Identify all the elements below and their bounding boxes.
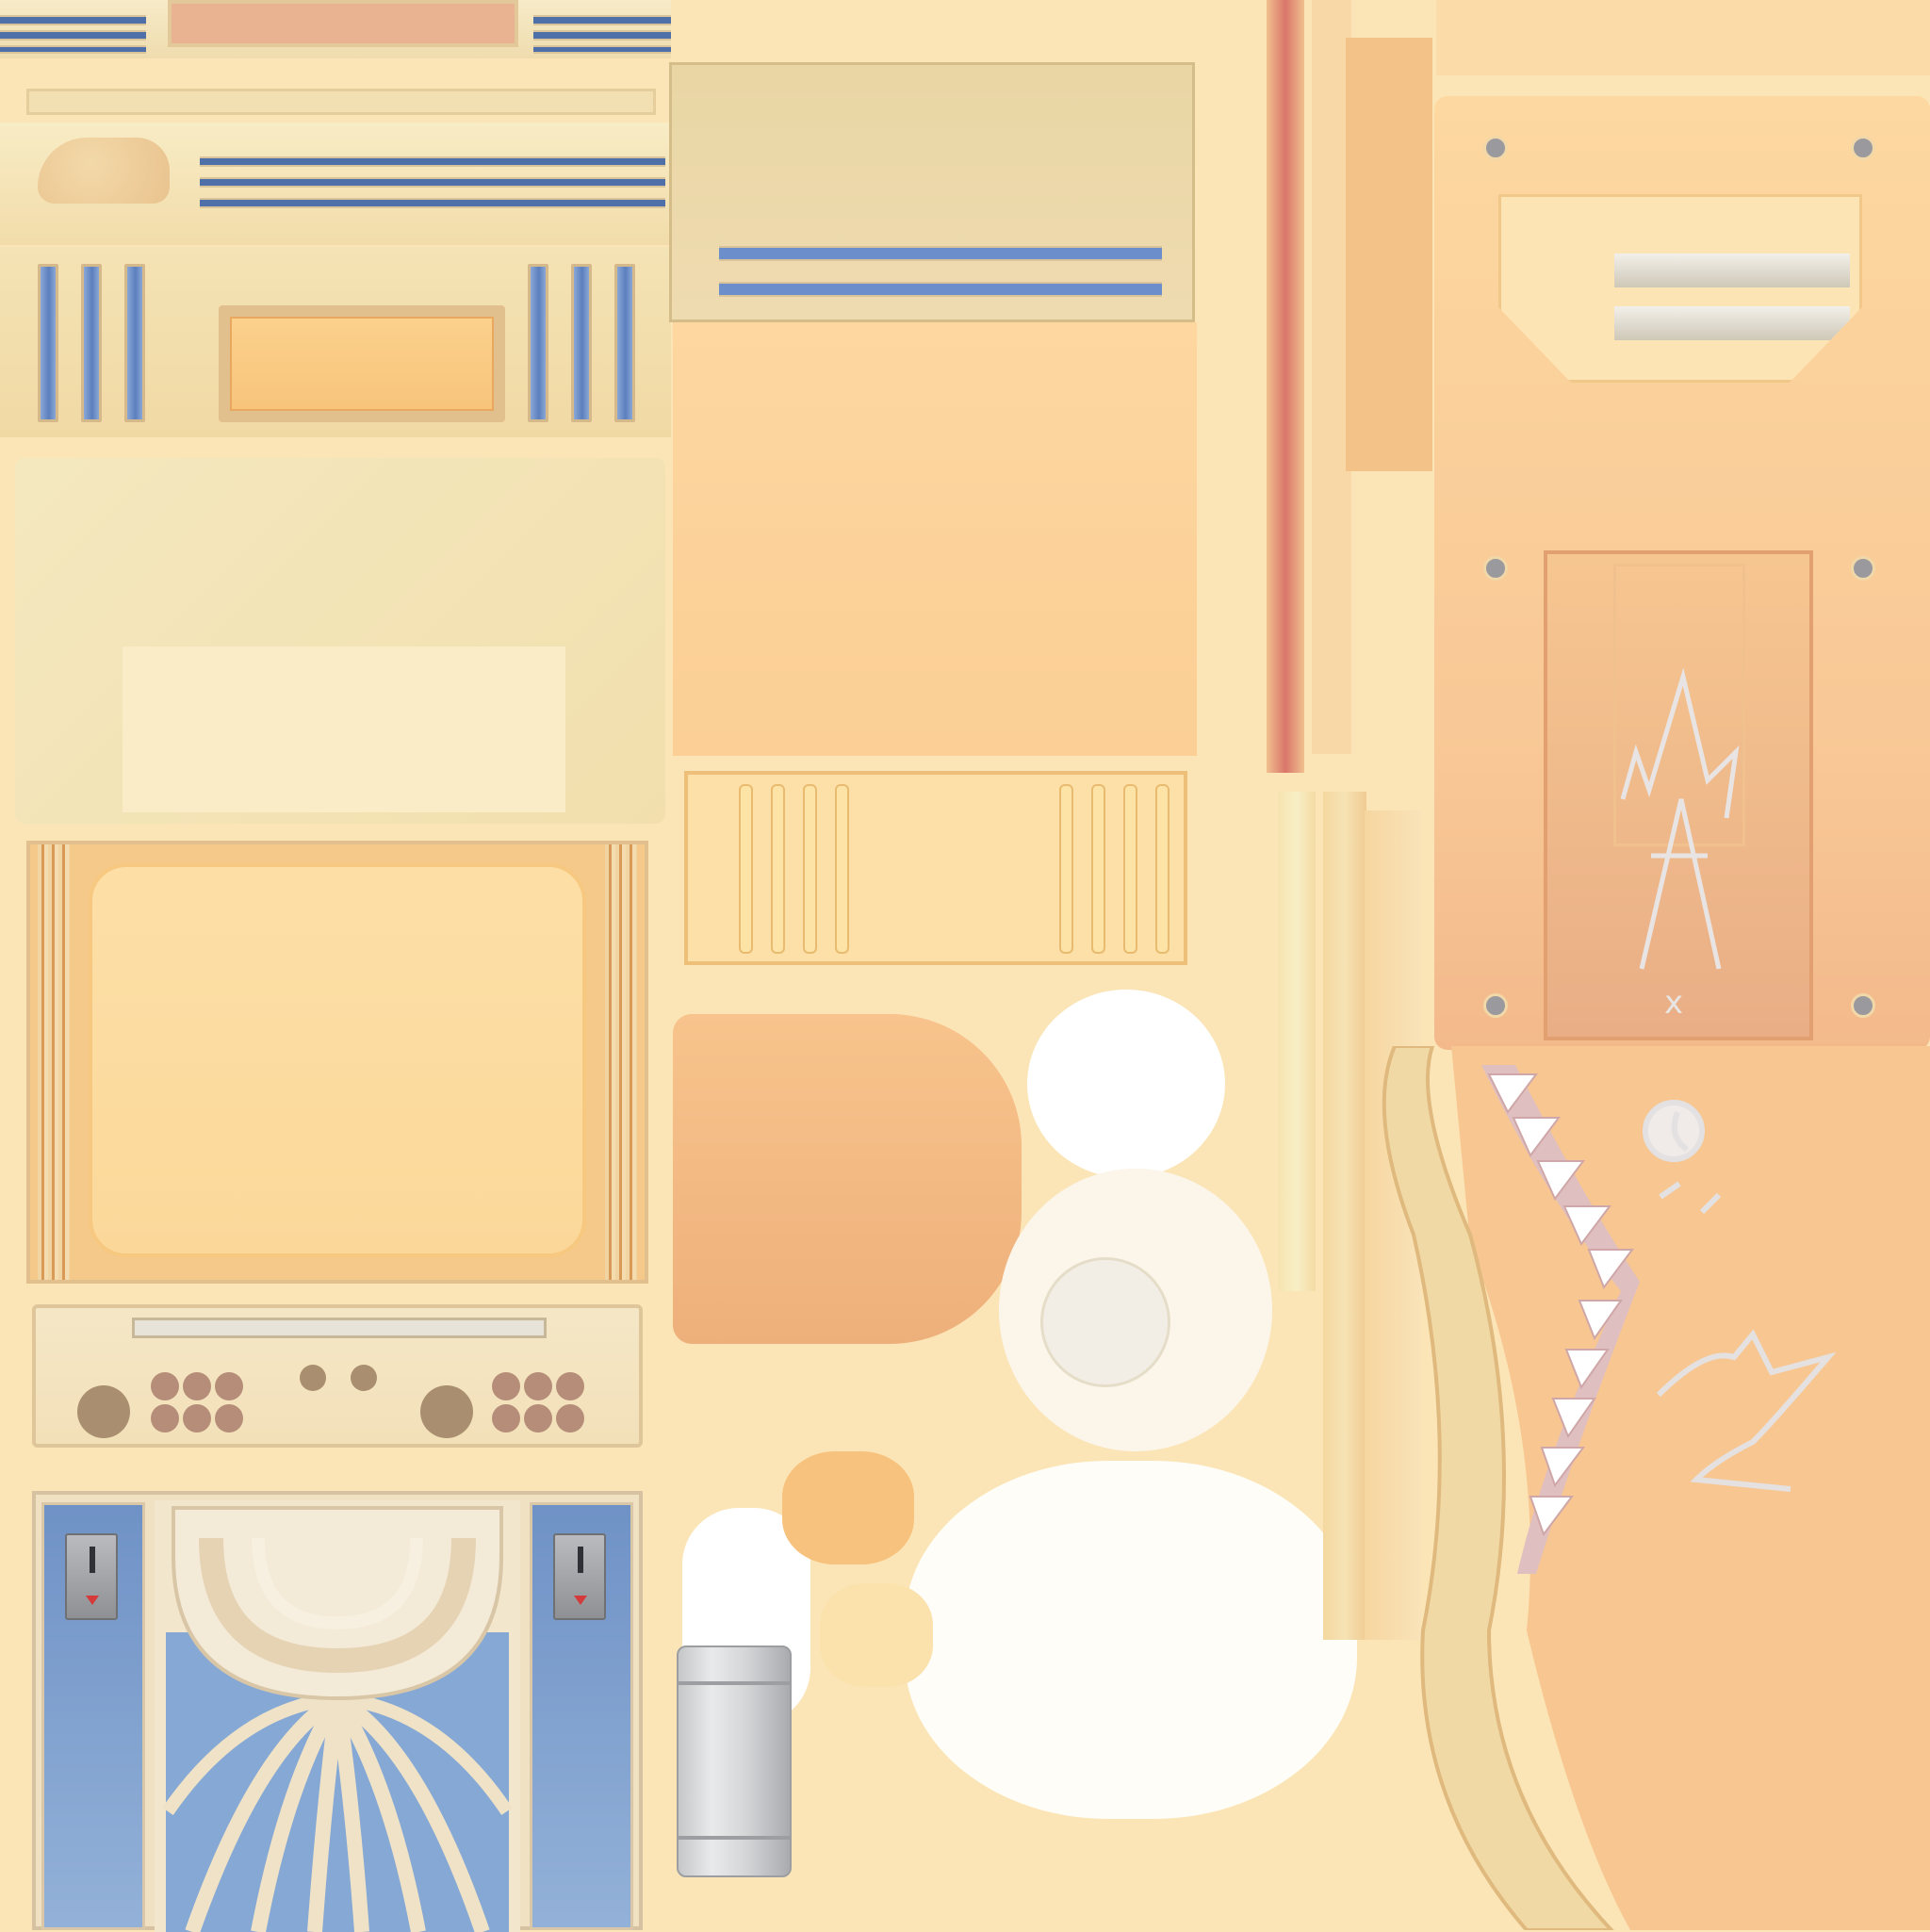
white-cutout-bottom (905, 1461, 1357, 1819)
lit-panel (230, 317, 494, 411)
back-door[interactable]: A x (1544, 550, 1813, 1040)
action-button[interactable] (524, 1372, 552, 1400)
vent-slot (771, 784, 785, 954)
peach-patch (820, 1583, 933, 1687)
start-button[interactable] (351, 1365, 377, 1391)
header-band (26, 89, 656, 115)
down-arrow-icon (86, 1596, 99, 1605)
speaker-bar (571, 264, 592, 422)
marquee-stripe (533, 15, 671, 25)
screen-frame (26, 841, 648, 1284)
tan-strip (1346, 38, 1432, 471)
marquee-stripe (533, 30, 671, 41)
header-stripe (200, 177, 665, 188)
speaker-row (0, 247, 671, 437)
speaker-center-panel (219, 305, 505, 422)
speaker-bar (614, 264, 635, 422)
white-cutout-large (1027, 990, 1225, 1178)
marquee-stripe (533, 45, 671, 54)
red-trim-strip (1267, 0, 1304, 773)
screw-icon (1851, 556, 1875, 581)
down-arrow-icon (574, 1596, 587, 1605)
vent-slot (739, 784, 753, 954)
marquee-plate (168, 0, 518, 47)
screen-rail-left (38, 844, 70, 1280)
joystick-right[interactable] (420, 1385, 473, 1438)
marquee-stripe (0, 15, 146, 25)
start-button[interactable] (300, 1365, 326, 1391)
action-button[interactable] (151, 1404, 179, 1433)
graffiti-mark-a: A (1547, 554, 1548, 555)
vent-slot (1155, 784, 1169, 954)
speaker-bar (528, 264, 548, 422)
action-button[interactable] (492, 1404, 520, 1433)
vent-slot (1059, 784, 1073, 954)
screw-icon (1851, 136, 1875, 160)
header-stripe (200, 156, 665, 167)
speaker-bar (81, 264, 102, 422)
header-trim (0, 123, 671, 245)
coin-slot[interactable] (65, 1533, 118, 1620)
action-button[interactable] (183, 1404, 211, 1433)
screen-rail-right (605, 844, 637, 1280)
control-panel (32, 1304, 643, 1448)
coin-slot-opening (90, 1547, 95, 1573)
side-panel-body (673, 322, 1197, 756)
trim-knob (38, 138, 170, 204)
action-button[interactable] (215, 1372, 243, 1400)
yellow-strip (1278, 792, 1316, 1291)
crt-screen (89, 863, 586, 1257)
flame-doodle-icon (1620, 667, 1740, 970)
action-button[interactable] (556, 1372, 584, 1400)
back-panel: A x (1434, 96, 1930, 1050)
handle-bar[interactable] (1614, 254, 1850, 287)
vent-slot (1091, 784, 1105, 954)
lower-cabinet (32, 1491, 643, 1932)
side-arch-panel (1382, 1046, 1930, 1930)
marquee-slot (132, 1318, 547, 1338)
action-button[interactable] (151, 1372, 179, 1400)
screw-icon (1851, 993, 1875, 1018)
cylinder-band (679, 1681, 790, 1685)
coin-slot-opening (578, 1547, 583, 1573)
peach-side-piece (673, 1014, 1022, 1344)
peach-patch (782, 1451, 914, 1564)
bezel-cutout (123, 647, 565, 812)
action-button[interactable] (524, 1404, 552, 1433)
vent-slot (803, 784, 817, 954)
side-stripe (719, 246, 1162, 261)
screw-icon (1483, 136, 1508, 160)
vent-panel (684, 771, 1187, 965)
coin-door-left (41, 1502, 145, 1930)
hub-circle (1040, 1257, 1170, 1387)
handle-cutout[interactable] (1498, 194, 1862, 383)
handle-bar[interactable] (1614, 306, 1850, 340)
action-button[interactable] (183, 1372, 211, 1400)
marquee-stripe (0, 30, 146, 41)
speaker-bar (124, 264, 145, 422)
header-stripe (200, 198, 665, 208)
vent-slot (1123, 784, 1137, 954)
marquee-top-panel (0, 0, 671, 58)
coin-slot[interactable] (553, 1533, 606, 1620)
coin-door-right (530, 1502, 633, 1930)
metal-cylinder (677, 1645, 792, 1877)
vent-slot (835, 784, 849, 954)
action-button[interactable] (492, 1372, 520, 1400)
side-panel-top (669, 62, 1195, 322)
texture-atlas: A x (0, 0, 1930, 1932)
action-button[interactable] (556, 1404, 584, 1433)
marquee-stripe (0, 45, 146, 54)
side-stripe (719, 282, 1162, 297)
speaker-bar (38, 264, 58, 422)
cylinder-band (679, 1836, 790, 1840)
back-panel-top (1436, 0, 1930, 75)
graffiti-mark-x: x (1664, 984, 1684, 1022)
screw-icon (1483, 556, 1508, 581)
screw-icon (1483, 993, 1508, 1018)
joystick-left[interactable] (77, 1385, 130, 1438)
action-button[interactable] (215, 1404, 243, 1433)
sunburst-panel (155, 1500, 520, 1932)
